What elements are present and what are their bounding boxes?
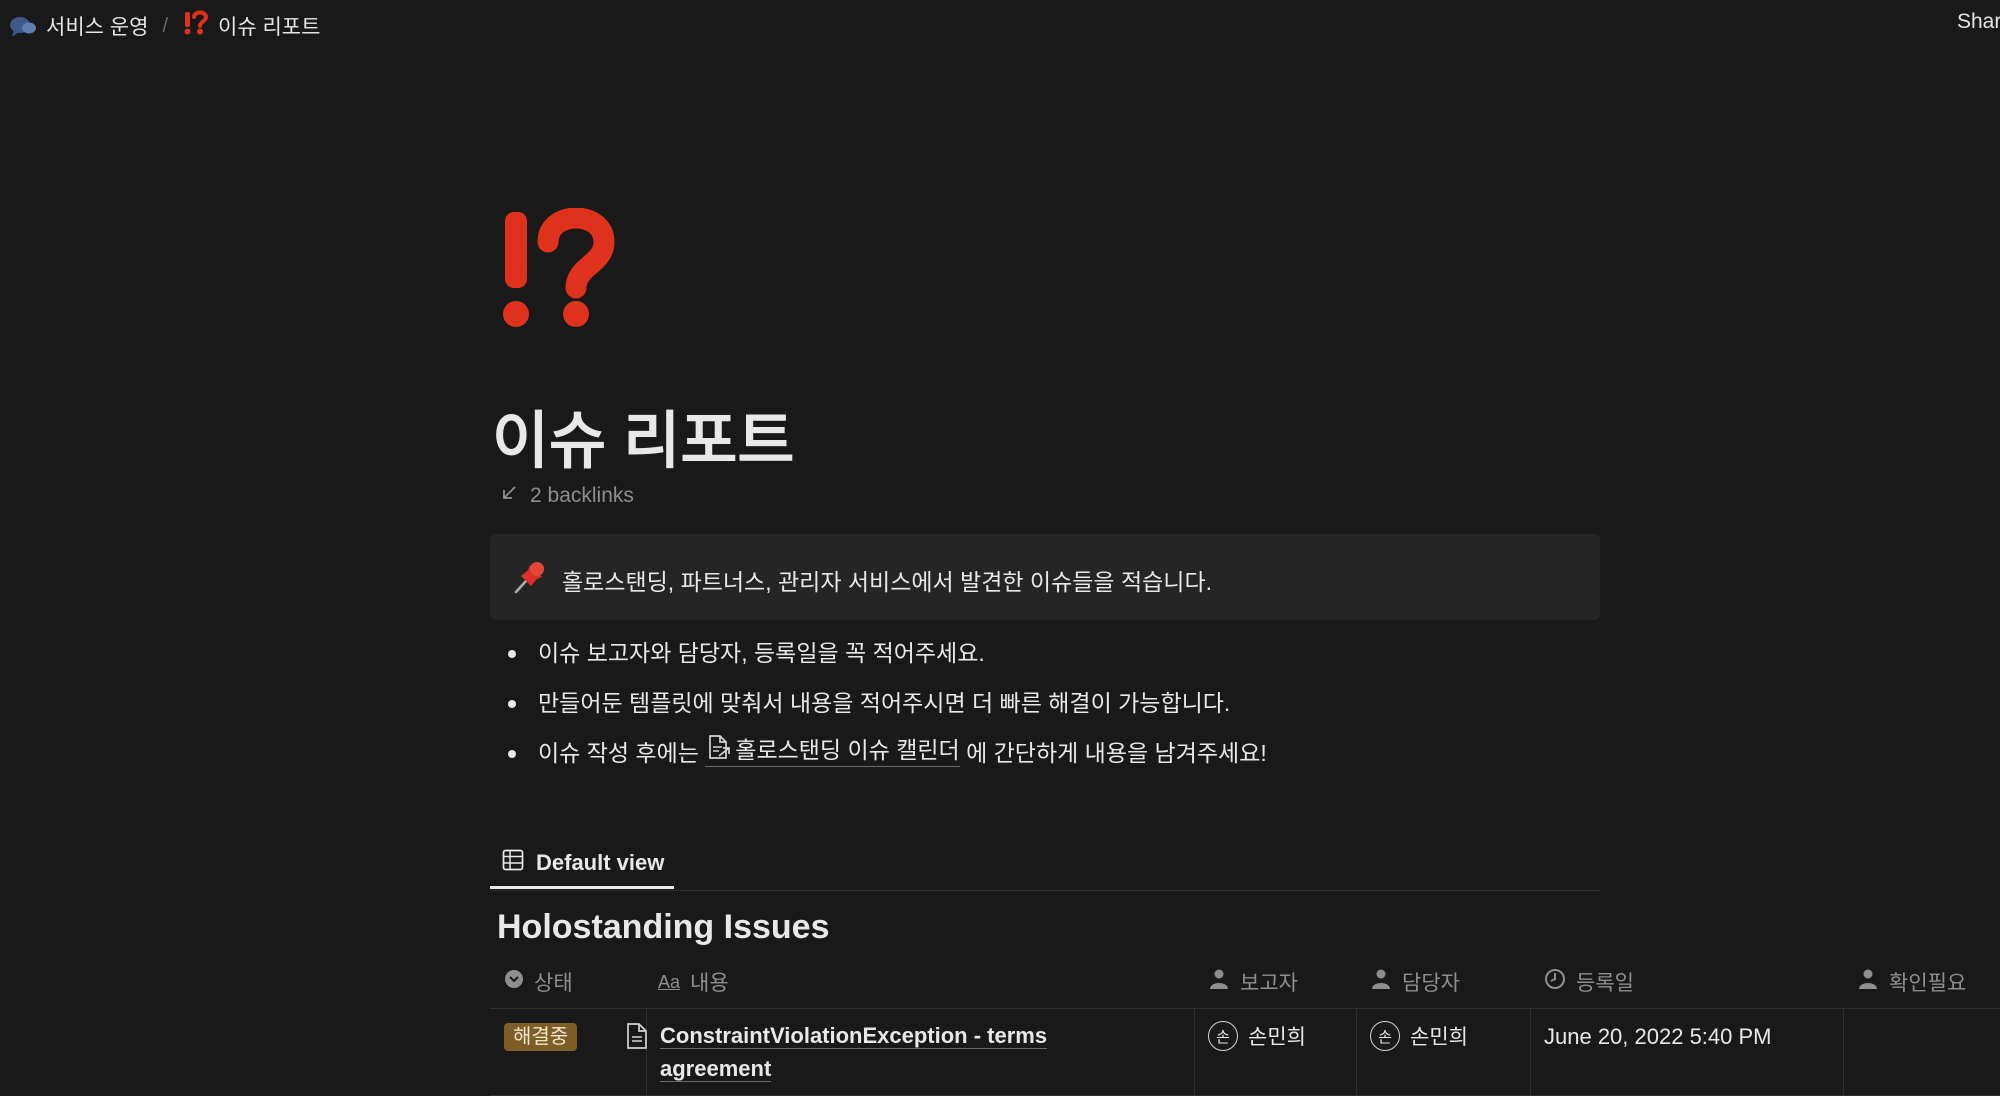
page-link-icon: [705, 733, 733, 766]
page-title: 이슈 리포트: [492, 407, 795, 476]
person-icon: [1857, 968, 1879, 996]
column-header-status[interactable]: 상태: [504, 960, 573, 1004]
exclamation-question-mark-icon[interactable]: [498, 207, 618, 338]
column-header-label: 상태: [534, 972, 573, 995]
avatar: 손: [1208, 1021, 1238, 1051]
list-item: 만들어둔 템플릿에 맞춰서 내용을 적어주시면 더 빠른 해결이 가능합니다.: [498, 678, 1598, 728]
title-property-icon: Aa: [658, 971, 681, 992]
column-header-label: 확인필요: [1889, 972, 1967, 995]
list-item-text: 만들어둔 템플릿에 맞춰서 내용을 적어주시면 더 빠른 해결이 가능합니다.: [538, 690, 1231, 716]
column-header-label: 등록일: [1576, 972, 1634, 995]
column-divider: [1356, 1009, 1357, 1095]
view-tabs: Default view: [490, 840, 1600, 891]
column-header-content[interactable]: Aa 내용: [658, 960, 729, 1004]
status-badge[interactable]: 해결중: [504, 1023, 578, 1051]
share-button[interactable]: Shar: [1957, 10, 2000, 34]
top-bar: 서비스 운영 / 이슈 리포트 Shar: [0, 0, 2000, 48]
select-chevron-icon: [504, 969, 524, 995]
column-header-assignee[interactable]: 담당자: [1370, 960, 1460, 1004]
person-icon: [1208, 968, 1230, 996]
row-title-link[interactable]: ConstraintViolationException - terms agr…: [627, 1019, 1110, 1085]
table-header: 상태 Aa 내용 보고자 담당자 등록일 확인필요: [490, 960, 2000, 1004]
column-header-label: 담당자: [1402, 972, 1460, 995]
issue-calendar-link[interactable]: 홀로스탠딩 이슈 캘린더: [705, 733, 960, 767]
avatar: 손: [1370, 1021, 1400, 1051]
column-divider: [1194, 1009, 1195, 1095]
breadcrumb-item-service-ops[interactable]: 서비스 운영: [8, 11, 148, 41]
column-header-confirm-needed[interactable]: 확인필요: [1857, 960, 1966, 1004]
list-item: 이슈 보고자와 담당자, 등록일을 꼭 적어주세요.: [498, 628, 1598, 678]
assignee-cell[interactable]: 손 손민희: [1370, 1021, 1468, 1051]
exclamation-question-mark-icon: [182, 10, 210, 42]
list-item-text-suffix: 에 간단하게 내용을 남겨주세요!: [959, 740, 1267, 766]
column-header-registered[interactable]: 등록일: [1544, 960, 1634, 1004]
list-item-text: 이슈 보고자와 담당자, 등록일을 꼭 적어주세요.: [538, 640, 985, 666]
row-title-text: ConstraintViolationException - terms agr…: [660, 1023, 1048, 1082]
person-name: 손민희: [1248, 1026, 1306, 1049]
person-icon: [1370, 968, 1392, 996]
column-header-label: 보고자: [1240, 972, 1298, 995]
person-name: 손민희: [1410, 1026, 1468, 1049]
database-title[interactable]: Holostanding Issues: [497, 908, 830, 947]
speech-bubbles-icon: [8, 13, 38, 39]
tab-label: Default view: [536, 850, 665, 875]
column-header-label: 내용: [690, 972, 729, 995]
registered-date[interactable]: June 20, 2022 5:40 PM: [1544, 1024, 1772, 1050]
clock-icon: [1544, 968, 1566, 996]
bulleted-list: 이슈 보고자와 담당자, 등록일을 꼭 적어주세요. 만들어둔 템플릿에 맞춰서…: [498, 628, 1598, 778]
reporter-cell[interactable]: 손 손민희: [1208, 1021, 1306, 1051]
column-divider: [1530, 1009, 1531, 1095]
pushpin-icon[interactable]: [512, 559, 548, 595]
tab-default-view[interactable]: Default view: [490, 840, 674, 889]
breadcrumb-item-issue-report[interactable]: 이슈 리포트: [182, 10, 320, 42]
page-icon: [625, 1022, 649, 1059]
breadcrumb: 서비스 운영 / 이슈 리포트: [8, 10, 320, 42]
breadcrumb-separator: /: [162, 14, 168, 37]
breadcrumb-label: 서비스 운영: [46, 16, 149, 39]
breadcrumb-label: 이슈 리포트: [218, 16, 321, 39]
backlinks-label: 2 backlinks: [530, 484, 634, 507]
list-item: 이슈 작성 후에는 홀로스탠딩 이슈 캘린더 에 간단하게 내용을 남겨주세요!: [498, 728, 1598, 778]
arrow-down-left-icon: [500, 484, 518, 508]
table-icon: [502, 849, 524, 877]
column-divider: [1843, 1009, 1844, 1095]
page-link-label: 홀로스탠딩 이슈 캘린더: [735, 736, 960, 763]
table-row[interactable]: 해결중 ConstraintViolationException - terms…: [490, 1008, 2000, 1096]
backlinks[interactable]: 2 backlinks: [500, 484, 634, 508]
column-header-reporter[interactable]: 보고자: [1208, 960, 1298, 1004]
callout: 홀로스탠딩, 파트너스, 관리자 서비스에서 발견한 이슈들을 적습니다.: [490, 534, 1600, 620]
list-item-text-prefix: 이슈 작성 후에는: [538, 740, 706, 766]
callout-text: 홀로스탠딩, 파트너스, 관리자 서비스에서 발견한 이슈들을 적습니다.: [562, 569, 1212, 595]
